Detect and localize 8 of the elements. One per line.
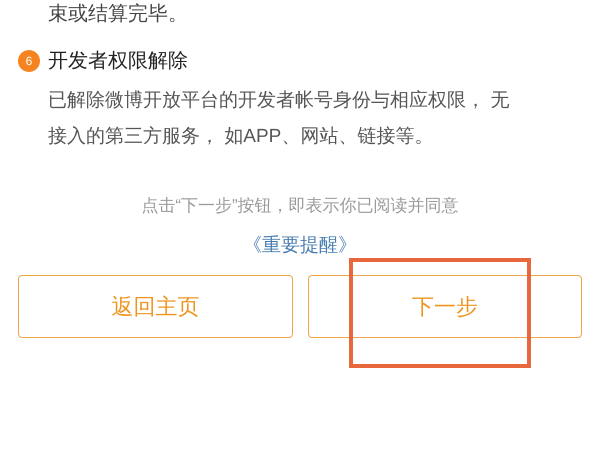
action-button[interactable]: 下一步 [308, 275, 582, 338]
paragraph-text: 束或结算完毕。 [47, 2, 189, 27]
section-title: 开发者权限解除 [48, 49, 188, 74]
step-number: 6 [18, 50, 40, 72]
reminder-link[interactable]: 《重要提醒》 [243, 233, 357, 259]
action-button[interactable]: 返回主页 [18, 275, 292, 338]
consent-text: 点击“下一步”按钮，即表示你已阅读并同意 [141, 195, 459, 217]
paragraph-text: 已解除微博开放平台的开发者帐号身份与相应权限， 无接入的第三方服务， 如APP、网站、链接等。 [48, 89, 510, 149]
